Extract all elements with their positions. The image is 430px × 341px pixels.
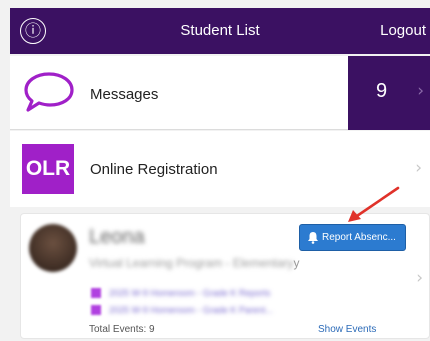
red-arrow-icon [348, 186, 400, 222]
list-item: 2025 W-9 Homeroom - Grade K Reports [91, 286, 273, 300]
student-program: Virtual Learning Program - Elementaryy [89, 256, 300, 270]
page-title: Student List [180, 22, 260, 39]
chevron-right-icon: › [416, 268, 423, 288]
event-list: 2025 W-9 Homeroom - Grade K Reports 2025… [91, 286, 273, 320]
event-text: 2025 W-9 Homeroom - Grade K Reports [109, 288, 271, 298]
student-card[interactable]: Leona Virtual Learning Program - Element… [20, 213, 430, 339]
chat-bubble-icon [24, 72, 74, 112]
header-bar: ⓘ Student List Logout [10, 8, 430, 54]
event-marker-icon [91, 305, 101, 315]
student-name: Leona [89, 226, 145, 248]
logout-button[interactable]: Logout [380, 8, 426, 54]
messages-row[interactable]: Messages 9 › [10, 56, 430, 130]
messages-label: Messages [90, 86, 159, 103]
report-absence-button[interactable]: Report Absenc... [299, 224, 406, 251]
list-item: 2025 W-9 Homeroom - Grade K Parent... [91, 303, 273, 317]
program-name: Virtual Learning Program - Elementary [89, 256, 294, 270]
event-text: 2025 W-9 Homeroom - Grade K Parent... [109, 305, 273, 315]
program-name-tail: y [293, 256, 300, 270]
messages-count-badge[interactable]: 9 › [348, 56, 430, 130]
total-events: Total Events: 9 [89, 324, 155, 335]
chevron-right-icon: › [417, 81, 424, 101]
olr-logo: OLR [22, 144, 74, 194]
chevron-right-icon: › [415, 158, 422, 178]
avatar [29, 224, 77, 272]
messages-count: 9 [376, 80, 388, 102]
bell-icon [308, 232, 318, 244]
online-registration-label: Online Registration [90, 161, 218, 178]
report-absence-label: Report Absenc... [322, 232, 396, 243]
show-events-link[interactable]: Show Events [318, 324, 376, 335]
event-marker-icon [91, 288, 101, 298]
